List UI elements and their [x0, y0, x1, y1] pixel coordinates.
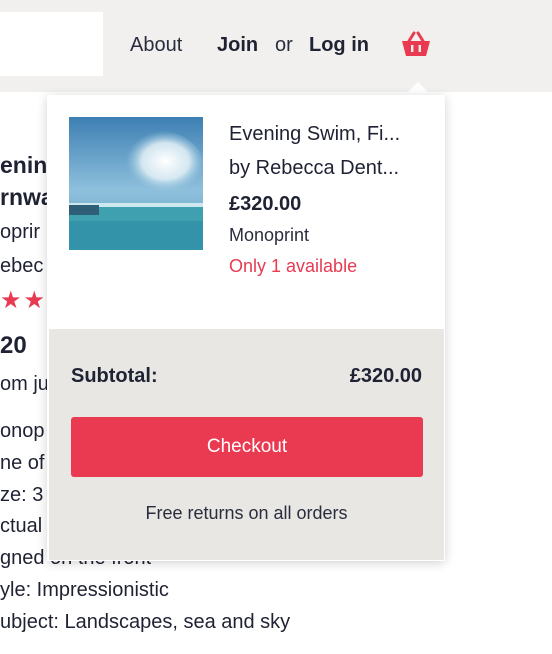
subtotal-label: Subtotal: — [71, 365, 158, 387]
nav-login-link[interactable]: Log in — [309, 31, 369, 59]
product-detail: ubject: Landscapes, sea and sky — [0, 611, 291, 633]
cart-item-medium: Monoprint — [229, 225, 310, 245]
cart-summary: Subtotal: £320.00 Checkout Free returns … — [49, 329, 444, 560]
product-detail: yle: Impressionistic — [0, 579, 169, 601]
product-detail: ctual — [0, 515, 43, 537]
cart-item-stock: Only 1 available — [229, 256, 358, 276]
basket-icon[interactable] — [400, 30, 432, 60]
product-artist: ebec — [0, 255, 44, 277]
checkout-button[interactable]: Checkout — [71, 417, 423, 477]
star-icon: ★ — [0, 287, 24, 314]
product-detail: ze: 3 — [0, 484, 44, 506]
site-header: About Join or Log in — [0, 0, 552, 92]
cart-dropdown-arrow — [404, 82, 432, 96]
star-icon: ★ — [23, 287, 48, 314]
product-title-line-2: rnwa — [0, 184, 54, 210]
nav-about-link[interactable]: About — [130, 31, 182, 59]
cart-item-price: £320.00 — [229, 193, 302, 215]
nav-or-text: or — [275, 34, 293, 56]
product-medium: oprir — [0, 221, 41, 243]
product-detail: onop — [0, 420, 45, 442]
rating-stars: ★★ — [0, 286, 47, 315]
search-input[interactable] — [0, 12, 103, 76]
cart-item-artist[interactable]: by Rebecca Dent... — [229, 155, 429, 181]
artwork-thumbnail[interactable] — [69, 117, 203, 250]
subtotal-value: £320.00 — [349, 365, 422, 387]
cart-dropdown: Evening Swim, Fi... by Rebecca Dent... £… — [47, 95, 445, 561]
product-price: 20 — [0, 332, 27, 359]
product-detail: ne of — [0, 452, 45, 474]
cart-item-title[interactable]: Evening Swim, Fi... — [229, 121, 429, 147]
nav-join-link[interactable]: Join — [217, 31, 258, 59]
free-returns-text: Free returns on all orders — [145, 503, 348, 523]
product-from-text: om ju — [0, 373, 49, 395]
